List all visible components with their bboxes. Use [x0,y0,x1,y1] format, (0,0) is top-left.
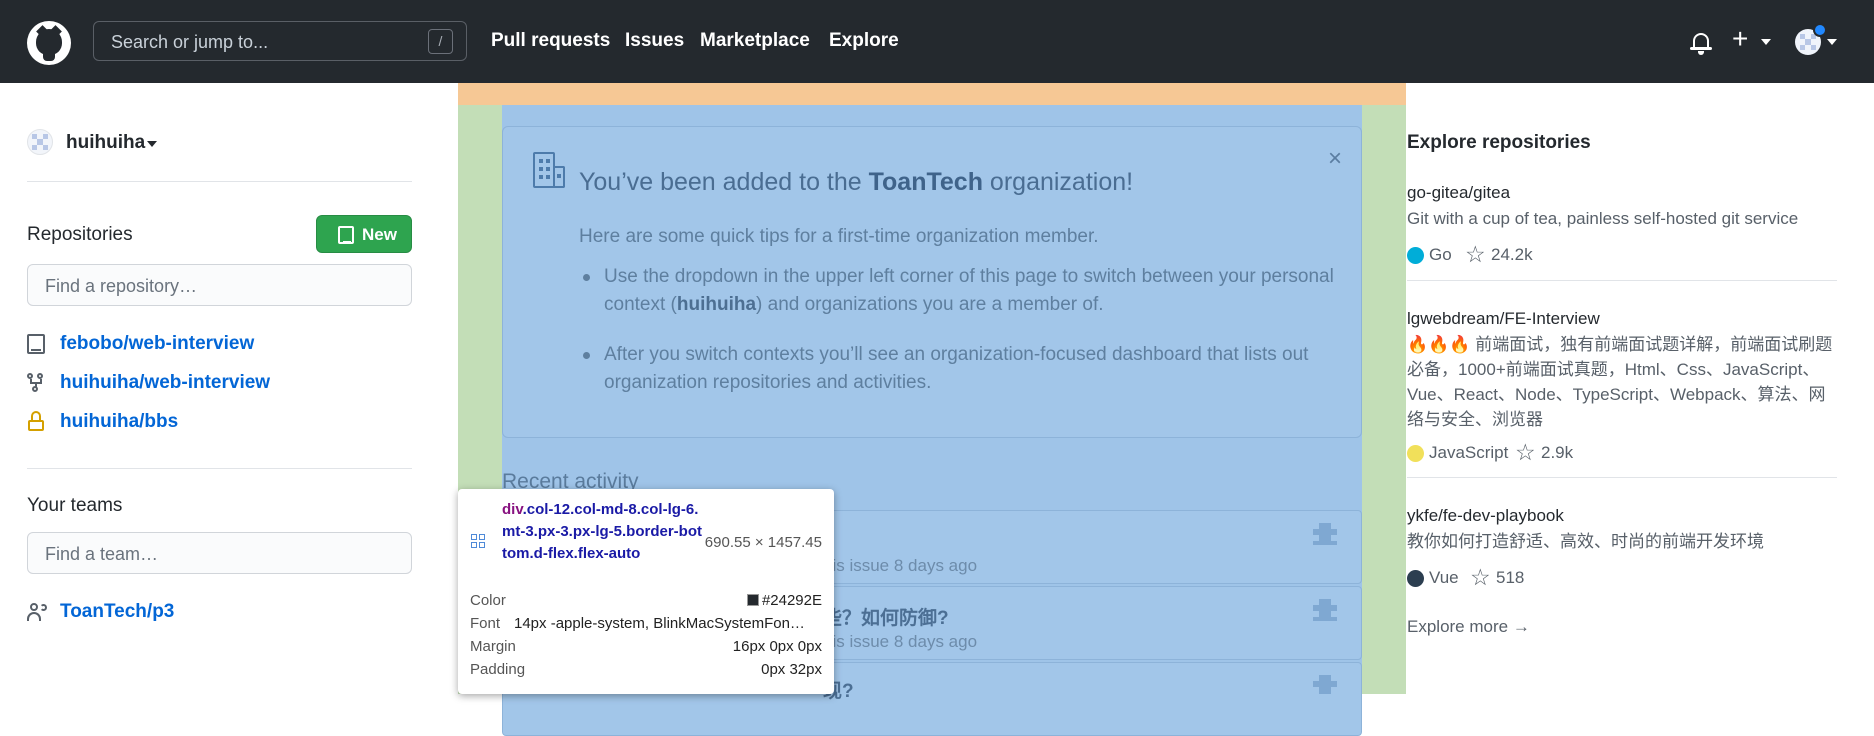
top-header: Search or jump to... / Pull requests Iss… [0,0,1874,83]
star-count[interactable]: 2.9k [1541,443,1573,463]
inspector-selector: div.col-12.col-md-8.col-lg-6.mt-3.px-3.p… [502,501,703,562]
grid-layout-icon [471,534,487,550]
repo-icon [338,226,354,244]
inspector-tooltip: div.col-12.col-md-8.col-lg-6.mt-3.px-3.p… [458,489,834,694]
inspector-font-row: Font 14px -apple-system, BlinkMacSystemF… [470,615,805,632]
team-link[interactable]: ToanTech/p3 [60,601,174,623]
language-color-dot [1407,570,1424,587]
tip-item: Use the dropdown in the upper left corne… [604,266,1334,315]
profile-caret-icon[interactable] [1827,39,1837,45]
new-button-label: New [362,225,397,244]
notice-subtitle: Here are some quick tips for a first-tim… [579,226,1099,247]
nav-marketplace[interactable]: Marketplace [700,30,810,52]
github-logo-icon[interactable] [27,21,71,65]
star-count[interactable]: 24.2k [1491,245,1533,265]
explore-title: Explore repositories [1407,132,1591,153]
inspector-padding-row: Padding 0px 32px [470,661,822,678]
search-input[interactable]: Search or jump to... / [93,21,467,61]
star-icon[interactable]: ☆ [1470,566,1491,589]
notice-title: You’ve been added to the ToanTech organi… [579,168,1134,196]
divider [27,468,412,469]
explore-repo-link[interactable]: go-gitea/gitea [1407,183,1510,203]
inspector-size: 690.55 × 1457.45 [704,534,822,551]
star-icon[interactable]: ☆ [1465,243,1486,266]
language-color-dot [1407,247,1424,264]
color-swatch [746,594,759,606]
divider [1407,477,1837,478]
bullet-dot [583,274,590,281]
repo-link[interactable]: febobo/web-interview [60,333,254,355]
lock-icon [27,411,45,431]
context-avatar[interactable] [27,129,53,155]
new-repository-button[interactable]: New [316,215,412,253]
people-icon [27,603,49,621]
language-name: Go [1429,245,1452,264]
repo-link[interactable]: huihuiha/bbs [60,411,178,433]
explore-repo-link[interactable]: lgwebdream/FE-Interview [1407,309,1600,329]
fork-icon [27,373,45,393]
activity-title[interactable]: 些？如何防御? [823,603,949,630]
inspector-color-row: Color #24292E [470,592,822,609]
divider [27,181,412,182]
activity-avatar[interactable] [1313,675,1337,699]
context-switcher[interactable]: huihuiha [66,132,145,154]
activity-meta: his issue 8 days ago [823,556,978,575]
search-shortcut-key: / [428,29,453,54]
activity-avatar[interactable] [1313,523,1337,547]
find-repository-placeholder: Find a repository… [45,276,198,296]
nav-issues[interactable]: Issues [625,30,684,52]
close-icon[interactable]: × [1328,145,1342,173]
activity-avatar[interactable] [1313,599,1337,623]
find-team-input[interactable]: Find a team… [27,532,412,574]
explore-more-link[interactable]: Explore more → [1407,617,1530,637]
explore-repo-desc: Git with a cup of tea, painless self-hos… [1407,209,1799,228]
language-name: Vue [1429,568,1459,587]
nav-explore[interactable]: Explore [829,30,899,52]
context-caret-icon[interactable] [147,141,157,147]
nav-pull-requests[interactable]: Pull requests [491,30,610,52]
org-name: ToanTech [868,168,983,196]
tip-item: After you switch contexts you’ll see an … [604,344,1309,393]
inspector-margin-row: Margin 16px 0px 0px [470,638,822,655]
activity-meta: his issue 8 days ago [823,632,978,651]
organization-icon [529,152,567,190]
teams-title: Your teams [27,495,123,516]
repositories-title: Repositories [27,224,133,245]
find-repository-input[interactable]: Find a repository… [27,264,412,306]
explore-repo-desc: 🔥🔥🔥 前端面试，独有前端面试题详解，前端面试刷题必备，1000+前端面试真题，… [1407,335,1833,429]
find-team-placeholder: Find a team… [45,544,159,564]
divider [1407,280,1837,281]
bullet-dot [583,352,590,359]
star-icon[interactable]: ☆ [1515,441,1536,464]
bell-icon[interactable] [1690,31,1712,55]
repo-link[interactable]: huihuiha/web-interview [60,372,270,394]
search-placeholder: Search or jump to... [111,32,269,52]
language-name: JavaScript [1429,443,1509,462]
language-color-dot [1407,445,1424,462]
notification-dot-icon [1813,23,1827,37]
star-count[interactable]: 518 [1496,568,1524,588]
create-caret-icon[interactable] [1761,39,1771,45]
explore-repo-link[interactable]: ykfe/fe-dev-playbook [1407,506,1564,526]
repo-icon [27,334,45,354]
inspector-padding-overlay-right [1362,105,1406,694]
explore-repo-desc: 教你如何打造舒适、高效、时尚的前端开发环境 [1407,532,1764,551]
inspector-margin-overlay [458,83,1406,105]
plus-icon[interactable]: + [1732,25,1748,53]
